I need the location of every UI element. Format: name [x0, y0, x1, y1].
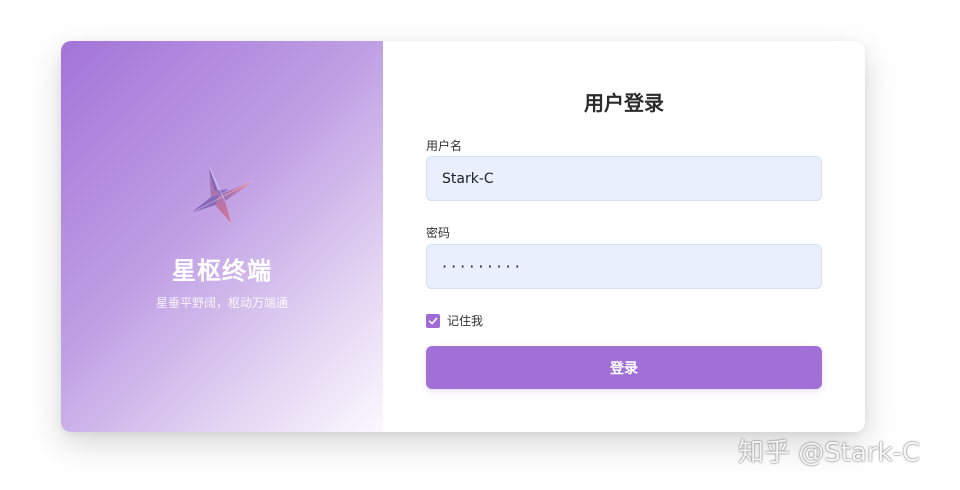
login-button[interactable]: 登录	[426, 346, 822, 389]
brand-title: 星枢终端	[172, 257, 272, 285]
username-label: 用户名	[426, 139, 463, 153]
watermark-text: 知乎 @Stark-C	[738, 438, 921, 468]
checkmark-icon	[428, 317, 438, 324]
remember-checkbox[interactable]	[426, 313, 440, 328]
login-card: 星枢终端 星垂平野阔，枢动万端通 用户登录 用户名 密码 记住我 登录	[61, 41, 865, 432]
form-title: 用户登录	[584, 91, 664, 115]
page: 星枢终端 星垂平野阔，枢动万端通 用户登录 用户名 密码 记住我 登录 知乎 @…	[0, 0, 960, 490]
remember-label: 记住我	[447, 314, 484, 328]
brand-subtitle: 星垂平野阔，枢动万端通	[155, 296, 288, 310]
username-input[interactable]	[426, 156, 822, 201]
login-form: 用户登录 用户名 密码 记住我 登录	[383, 41, 865, 432]
password-label: 密码	[426, 226, 451, 240]
brand-panel: 星枢终端 星垂平野阔，枢动万端通	[61, 41, 383, 432]
star-logo-icon	[190, 166, 254, 223]
remember-me: 记住我	[426, 312, 483, 329]
password-input[interactable]	[426, 244, 822, 289]
